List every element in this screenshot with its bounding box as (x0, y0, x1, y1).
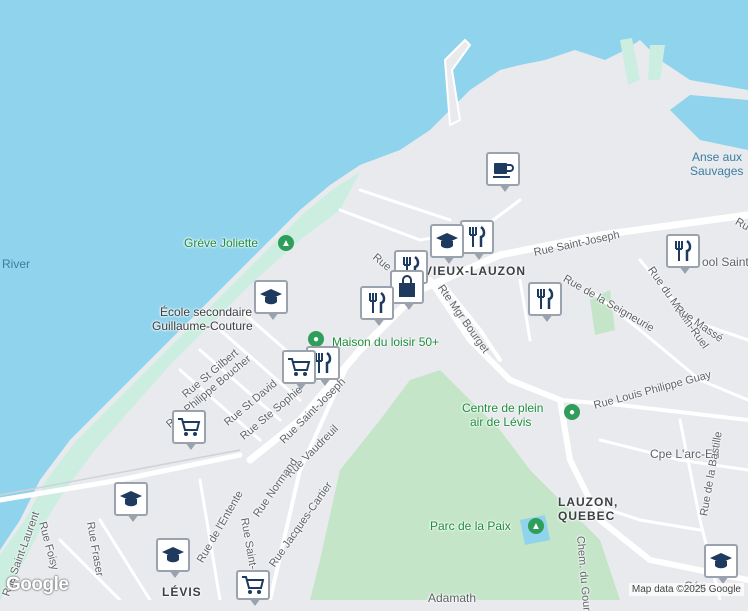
shopping-cart-icon (242, 576, 265, 594)
ecole-label-2[interactable]: Guillaume-Couture (152, 320, 253, 332)
graduation-cap-icon (436, 233, 458, 249)
restaurant-marker[interactable] (528, 282, 562, 322)
fork-knife-icon (537, 288, 554, 309)
parc-label[interactable]: Parc de la Paix (430, 520, 511, 532)
restaurant-marker[interactable] (360, 286, 394, 326)
centre-label-2[interactable]: air de Lévis (470, 416, 531, 428)
shopping-bag-icon (399, 275, 415, 297)
quebec-label: QUEBEC (558, 509, 616, 523)
google-logo: Google (6, 574, 69, 595)
graduation-cap-icon (260, 289, 282, 305)
grocery-marker[interactable] (282, 350, 316, 390)
ecole-label[interactable]: École secondaire (160, 306, 252, 318)
school-marker[interactable] (114, 482, 148, 522)
graduation-cap-icon (120, 491, 142, 507)
restaurant-marker[interactable] (666, 234, 700, 274)
school-marker[interactable] (156, 538, 190, 578)
map-attribution[interactable]: Map data ©2025 Google (628, 583, 744, 596)
levis-label: LÉVIS (162, 585, 202, 599)
park-icon[interactable]: ▲ (278, 235, 294, 251)
shopping-cart-icon (178, 418, 201, 436)
store-marker[interactable] (390, 270, 424, 310)
centre-icon[interactable]: ● (564, 404, 580, 420)
school-marker[interactable] (254, 280, 288, 320)
maison-label[interactable]: Maison du loisir 50+ (332, 336, 439, 348)
lauzon-label: LAUZON, (558, 495, 619, 509)
school-marker[interactable] (430, 224, 464, 264)
shopping-cart-icon (288, 358, 311, 376)
fork-knife-icon (675, 240, 692, 261)
vieux-lauzon-label: VIEUX-LAUZON (424, 264, 526, 278)
fork-knife-icon (469, 226, 486, 247)
coffee-icon (493, 163, 514, 178)
river-label: River (2, 257, 31, 271)
school-marker[interactable] (704, 544, 738, 584)
parc-icon[interactable]: ▲ (528, 518, 544, 534)
greve-label[interactable]: Grève Joliette (184, 237, 258, 249)
anse-label: Anse aux (692, 150, 743, 164)
graduation-cap-icon (162, 547, 184, 563)
cafe-marker[interactable] (486, 152, 520, 192)
anse-label-2: Sauvages (690, 164, 744, 178)
grocery-marker[interactable] (236, 570, 270, 606)
centre-label[interactable]: Centre de plein (462, 402, 543, 414)
restaurant-marker[interactable] (460, 220, 494, 260)
maison-icon[interactable]: ● (308, 331, 324, 347)
graduation-cap-icon (710, 553, 732, 569)
adamath-label[interactable]: Adamath (428, 592, 476, 604)
school-label[interactable]: ool Saint (702, 256, 748, 268)
fork-knife-icon (369, 292, 386, 313)
grocery-marker[interactable] (172, 410, 206, 450)
